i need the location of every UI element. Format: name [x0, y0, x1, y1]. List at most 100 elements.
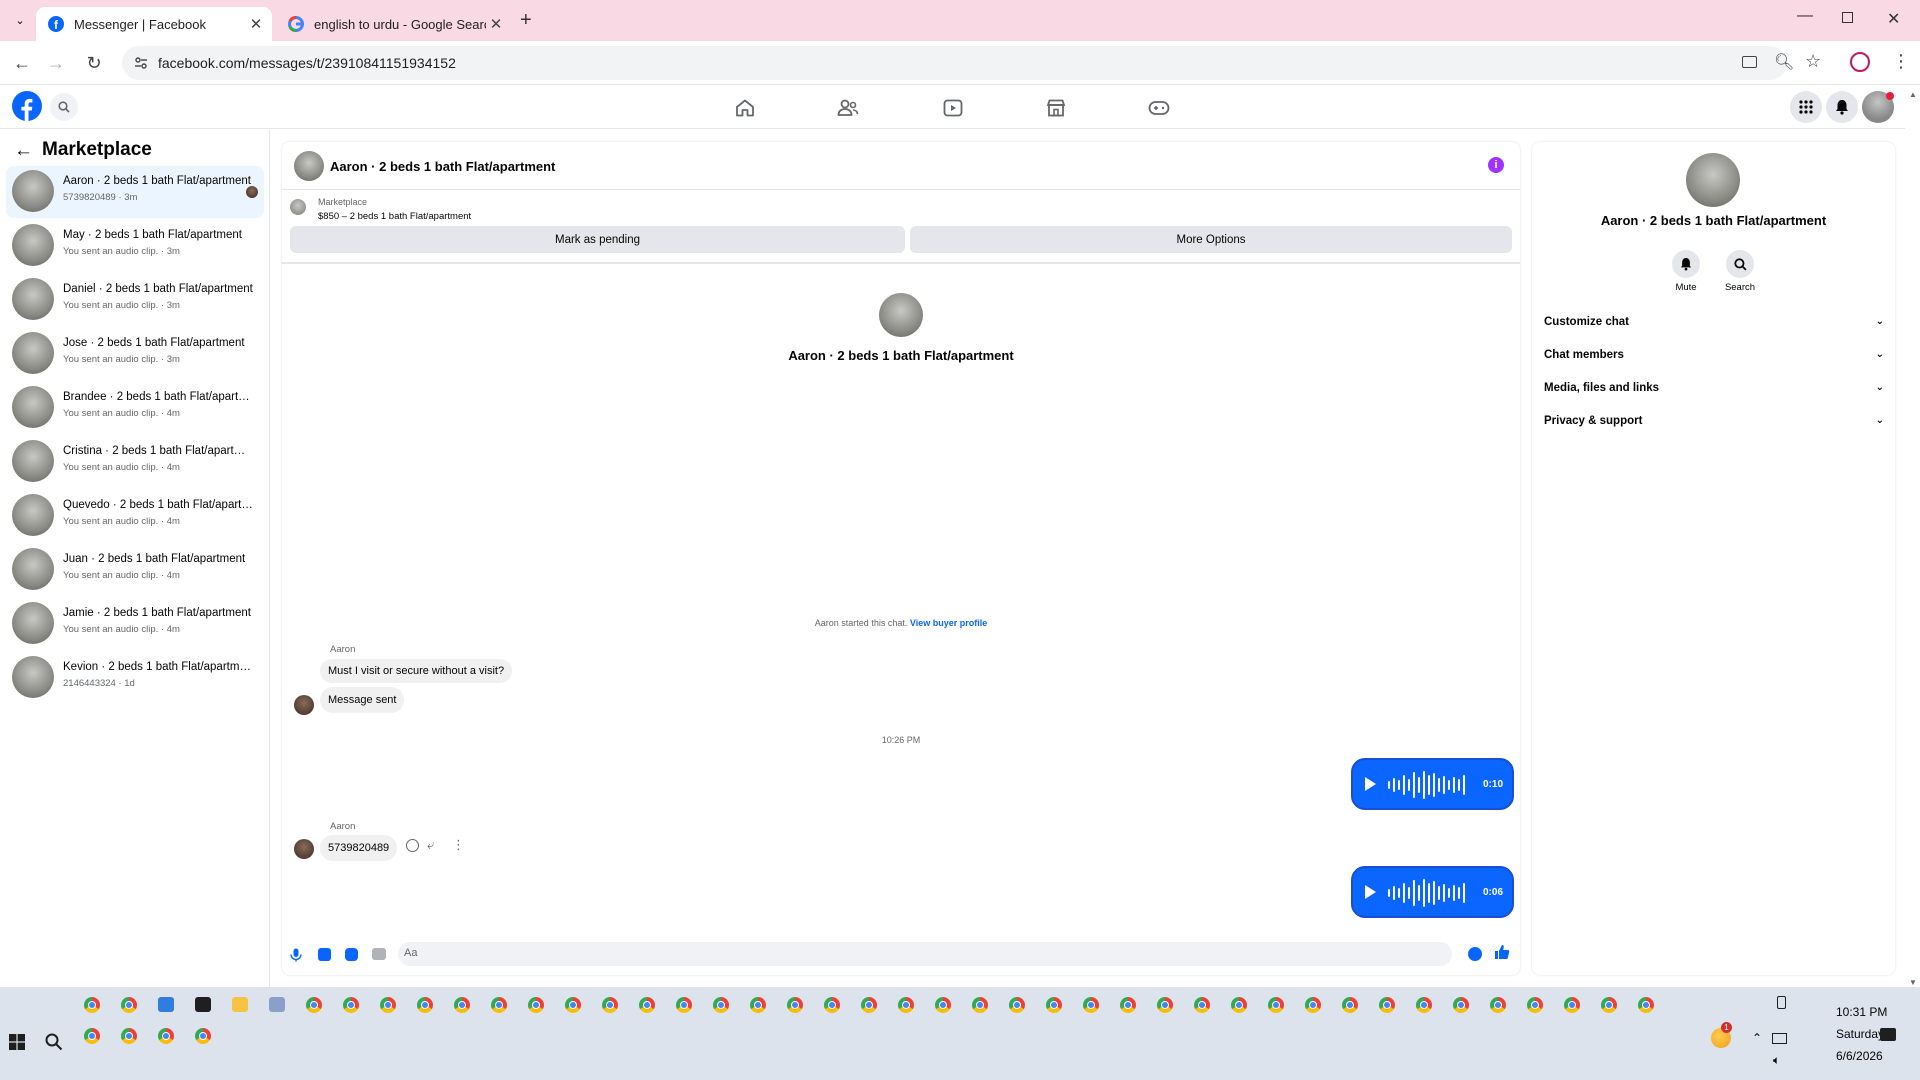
listing-title[interactable]: $850 – 2 beds 1 bath Flat/apartment [318, 211, 471, 222]
install-app-icon[interactable] [1742, 56, 1757, 68]
chrome-taskbar-icon[interactable] [1527, 997, 1543, 1013]
omnibox[interactable]: facebook.com/messages/t/2391084115193415… [122, 46, 1821, 80]
video-icon[interactable] [939, 94, 967, 122]
chrome-taskbar-icon[interactable] [565, 997, 581, 1013]
conversation-item[interactable]: Juan · 2 beds 1 bath Flat/apartment You s… [6, 544, 264, 596]
conversation-item[interactable]: Quevedo · 2 beds 1 bath Flat/apartment Yo… [6, 490, 264, 542]
play-icon[interactable] [1365, 885, 1376, 899]
chrome-taskbar-icon[interactable] [84, 1028, 100, 1044]
message-bubble[interactable]: 5739820489 [320, 835, 398, 861]
sender-avatar[interactable] [294, 839, 314, 859]
reply-icon[interactable]: ⤶ [427, 837, 434, 853]
profile-icon[interactable] [1850, 52, 1870, 72]
close-tab-icon[interactable]: ✕ [246, 14, 266, 34]
chrome-taskbar-icon[interactable] [972, 997, 988, 1013]
conversation-item[interactable]: May · 2 beds 1 bath Flat/apartment You se… [6, 220, 264, 272]
conversation-item[interactable]: Daniel · 2 beds 1 bath Flat/apartment You… [6, 274, 264, 326]
media-files-section[interactable]: Media, files and links ⌄ [1544, 382, 1884, 394]
close-window-icon[interactable]: ✕ [1887, 9, 1900, 29]
chrome-taskbar-icon[interactable] [1416, 997, 1432, 1013]
close-tab-icon[interactable]: ✕ [486, 14, 506, 34]
chrome-taskbar-icon[interactable] [750, 997, 766, 1013]
chrome-taskbar-icon[interactable] [639, 997, 655, 1013]
image-icon[interactable] [318, 948, 331, 961]
search-button[interactable] [1726, 250, 1754, 278]
chrome-taskbar-icon[interactable] [602, 997, 618, 1013]
emoji-icon[interactable] [1468, 947, 1482, 961]
copilot-icon[interactable] [158, 997, 174, 1012]
tray-chevron-icon[interactable]: ⌃ [1752, 1031, 1762, 1045]
chrome-taskbar-icon[interactable] [1120, 997, 1136, 1013]
chrome-taskbar-icon[interactable] [824, 997, 840, 1013]
page-scrollbar[interactable]: ▲ ▼ [1905, 86, 1920, 987]
message-input[interactable]: Aa [398, 942, 1452, 966]
chrome-taskbar-icon[interactable] [454, 997, 470, 1013]
more-options-button[interactable]: More Options [910, 226, 1512, 253]
conversation-item[interactable]: Aaron · 2 beds 1 bath Flat/apartment 5739… [6, 166, 264, 218]
chrome-taskbar-icon[interactable] [1490, 997, 1506, 1013]
chrome-taskbar-icon[interactable] [158, 1028, 174, 1044]
chrome-taskbar-icon[interactable] [1638, 997, 1654, 1013]
chrome-taskbar-icon[interactable] [787, 997, 803, 1013]
mark-pending-button[interactable]: Mark as pending [290, 226, 905, 253]
url-text[interactable]: facebook.com/messages/t/2391084115193415… [158, 55, 456, 71]
chrome-taskbar-icon[interactable] [1157, 997, 1173, 1013]
windows-start-icon[interactable] [9, 1034, 25, 1050]
chrome-taskbar-icon[interactable] [491, 997, 507, 1013]
chrome-taskbar-icon[interactable] [306, 997, 322, 1013]
conversation-item[interactable]: Kevion · 2 beds 1 bath Flat/apartment 214… [6, 652, 264, 704]
mic-icon[interactable] [290, 948, 302, 962]
chrome-taskbar-icon[interactable] [195, 1028, 211, 1044]
audio-message[interactable]: 0:10 [1351, 758, 1514, 810]
menu-grid-icon[interactable] [1790, 91, 1822, 123]
forward-icon[interactable]: → [42, 49, 70, 77]
react-icon[interactable] [406, 839, 419, 852]
tab-search-dropdown-icon[interactable]: ⌄ [10, 10, 30, 30]
notification-center-icon[interactable] [1880, 1028, 1896, 1041]
conversation-item[interactable]: Jamie · 2 beds 1 bath Flat/apartment You … [6, 598, 264, 650]
chrome-taskbar-icon[interactable] [676, 997, 692, 1013]
mute-button[interactable] [1672, 250, 1700, 278]
details-avatar[interactable] [1686, 153, 1740, 207]
chrome-taskbar-icon[interactable] [1268, 997, 1284, 1013]
bookmark-star-icon[interactable]: ☆ [1805, 51, 1821, 72]
volume-icon[interactable]: 🔈︎ [1773, 1053, 1780, 1068]
chrome-taskbar-icon[interactable] [417, 997, 433, 1013]
chrome-taskbar-icon[interactable] [861, 997, 877, 1013]
chat-title[interactable]: Aaron · 2 beds 1 bath Flat/apartment [330, 159, 555, 174]
fb-search-icon[interactable] [50, 93, 78, 121]
tab-messenger[interactable]: f Messenger | Facebook ✕ [36, 7, 272, 41]
message-bubble[interactable]: Message sent [320, 687, 405, 713]
zoom-icon[interactable]: 🔍︎ [1774, 52, 1794, 72]
chat-members-section[interactable]: Chat members ⌄ [1544, 349, 1884, 361]
clock-day[interactable]: Saturday [1836, 1027, 1884, 1041]
file-explorer-icon[interactable] [232, 997, 248, 1012]
play-icon[interactable] [1365, 777, 1376, 791]
sender-avatar[interactable] [294, 695, 314, 715]
profile-avatar-large[interactable] [879, 293, 923, 337]
thumbs-up-icon[interactable] [1494, 944, 1510, 960]
terminal-icon[interactable] [195, 997, 211, 1012]
clock-time[interactable]: 10:31 PM [1836, 1005, 1887, 1019]
conversation-item[interactable]: Brandee · 2 beds 1 bath Flat/apartment Yo… [6, 382, 264, 434]
gif-icon[interactable] [372, 948, 386, 960]
chrome-taskbar-icon[interactable] [1601, 997, 1617, 1013]
gaming-icon[interactable] [1145, 94, 1173, 122]
chrome-taskbar-icon[interactable] [1379, 997, 1395, 1013]
marketplace-icon[interactable] [1042, 94, 1070, 122]
site-info-icon[interactable] [134, 56, 148, 70]
chrome-taskbar-icon[interactable] [1453, 997, 1469, 1013]
back-icon[interactable]: ← [8, 49, 36, 77]
chrome-taskbar-icon[interactable] [935, 997, 951, 1013]
restore-icon[interactable] [1842, 12, 1853, 23]
chrome-taskbar-icon[interactable] [121, 1028, 137, 1044]
chrome-taskbar-icon[interactable] [84, 997, 100, 1013]
chrome-taskbar-icon[interactable] [713, 997, 729, 1013]
back-arrow-icon[interactable]: ← [14, 140, 33, 162]
chrome-taskbar-icon[interactable] [1231, 997, 1247, 1013]
more-actions-icon[interactable]: ⋮ [452, 837, 465, 853]
chrome-taskbar-icon[interactable] [1305, 997, 1321, 1013]
facebook-logo-icon[interactable] [12, 91, 42, 121]
network-icon[interactable] [1772, 1033, 1787, 1044]
minimize-icon[interactable]: — [1797, 7, 1813, 25]
